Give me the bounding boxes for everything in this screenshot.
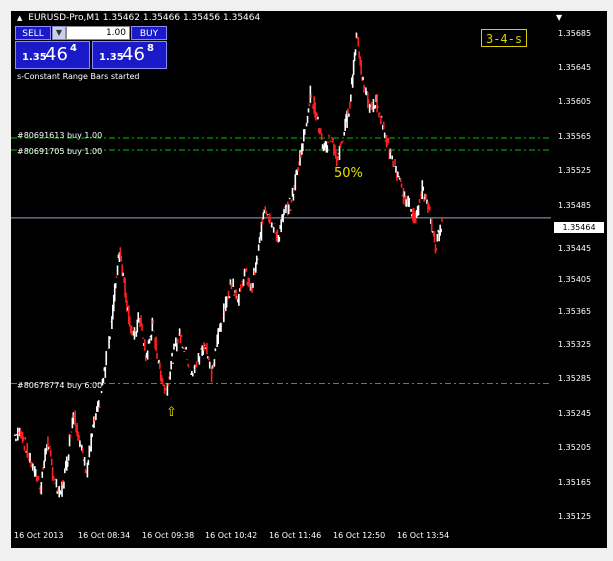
symbol-label: EURUSD-Pro,M1 — [28, 13, 100, 23]
current-price-box: 1.35464 — [554, 222, 604, 233]
indicator-label-box: 3-4-s — [481, 29, 527, 47]
price-scale[interactable]: ▼ 1.35685 1.35645 1.35605 1.35565 1.3552… — [551, 11, 607, 526]
scale-up-arrow-icon: ▼ — [556, 13, 563, 22]
price-tick: 1.35125 — [558, 512, 592, 521]
price-tick: 1.35205 — [558, 443, 592, 452]
chart-collapse-icon[interactable]: ▲ — [17, 14, 22, 22]
sell-price-prefix: 1.35 — [22, 52, 47, 63]
lot-size-input[interactable]: 1.00 — [66, 26, 130, 40]
sell-price-box[interactable]: 1.35 46 4 — [15, 41, 90, 69]
buy-price-box[interactable]: 1.35 46 8 — [92, 41, 167, 69]
sell-price-big: 46 — [45, 44, 68, 65]
price-tick: 1.35525 — [558, 166, 592, 175]
price-tick: 1.35365 — [558, 307, 592, 316]
time-tick: 16 Oct 08:34 — [78, 531, 131, 540]
chart-window: ▲ EURUSD-Pro,M1 1.35462 1.35466 1.35456 … — [0, 0, 613, 561]
time-tick: 16 Oct 13:54 — [397, 531, 450, 540]
price-tick: 1.35645 — [558, 63, 592, 72]
price-tick: 1.35565 — [558, 132, 592, 141]
time-tick: 16 Oct 12:50 — [333, 531, 386, 540]
time-tick: 16 Oct 09:38 — [142, 531, 195, 540]
price-tick: 1.35165 — [558, 478, 592, 487]
price-tick: 1.35485 — [558, 201, 592, 210]
buy-price-big: 46 — [122, 44, 145, 65]
sell-price-pip: 4 — [70, 43, 77, 54]
lot-dropdown-arrow-icon[interactable]: ▼ — [52, 26, 66, 40]
fib-50-label: 50% — [334, 166, 363, 181]
order-label-1[interactable]: #80691613 buy 1.00 — [17, 131, 102, 140]
time-tick: 16 Oct 11:46 — [269, 531, 322, 540]
price-tick: 1.35325 — [558, 340, 592, 349]
sell-button[interactable]: SELL — [15, 26, 51, 40]
buy-price-pip: 8 — [147, 43, 154, 54]
price-tick: 1.35285 — [558, 374, 592, 383]
buy-button[interactable]: BUY — [131, 26, 167, 40]
time-tick: 16 Oct 10:42 — [205, 531, 258, 540]
price-chart-svg — [11, 32, 551, 498]
order-label-2[interactable]: #80691705 buy 1.00 — [17, 147, 102, 156]
one-click-trading-panel: SELL ▼ 1.00 BUY 1.35 46 4 1.35 46 8 — [15, 26, 167, 70]
time-scale[interactable]: 16 Oct 2013 16 Oct 08:34 16 Oct 09:38 16… — [11, 526, 607, 548]
chart-title: ▲ EURUSD-Pro,M1 1.35462 1.35466 1.35456 … — [17, 13, 260, 23]
price-tick: 1.35245 — [558, 409, 592, 418]
chart-area[interactable]: ▲ EURUSD-Pro,M1 1.35462 1.35466 1.35456 … — [11, 11, 551, 526]
ohlc-label: 1.35462 1.35466 1.35456 1.35464 — [102, 13, 261, 23]
up-arrow-icon[interactable]: ⇧ — [166, 405, 177, 420]
price-tick: 1.35445 — [558, 244, 592, 253]
price-tick: 1.35685 — [558, 29, 592, 38]
time-tick: 16 Oct 2013 — [14, 531, 64, 540]
price-tick: 1.35405 — [558, 275, 592, 284]
buy-price-prefix: 1.35 — [99, 52, 124, 63]
price-tick: 1.35605 — [558, 97, 592, 106]
status-message: s-Constant Range Bars started — [17, 72, 140, 81]
order-label-3[interactable]: #80678774 buy 6.00 — [17, 381, 102, 390]
